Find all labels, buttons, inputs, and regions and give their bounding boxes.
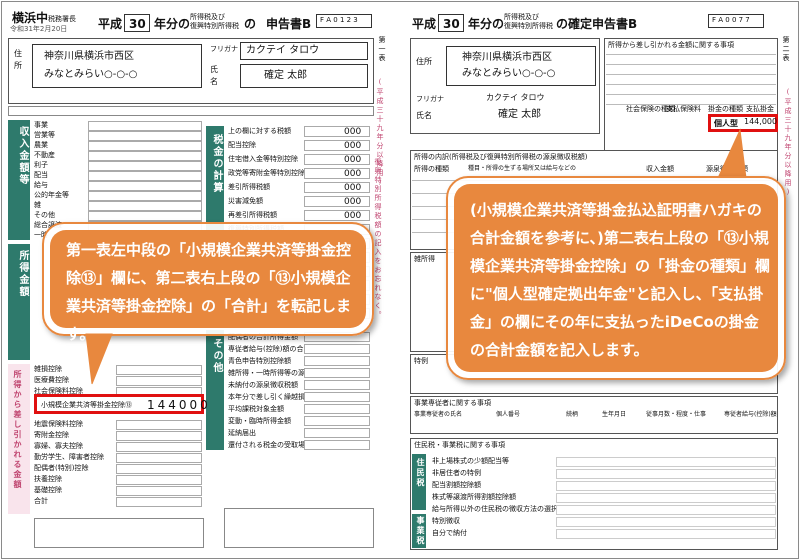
callout-right: (小規模企業共済等掛金払込証明書ハガキの合計金額を参考に、)第二表右上段の「⑬小… [446,176,786,380]
callout-right-text: (小規模企業共済等掛金払込証明書ハガキの合計金額を参考に、)第二表右上段の「⑬小… [470,201,771,359]
callout-right-pointer [717,128,747,179]
callout-left-pointer [85,333,113,385]
